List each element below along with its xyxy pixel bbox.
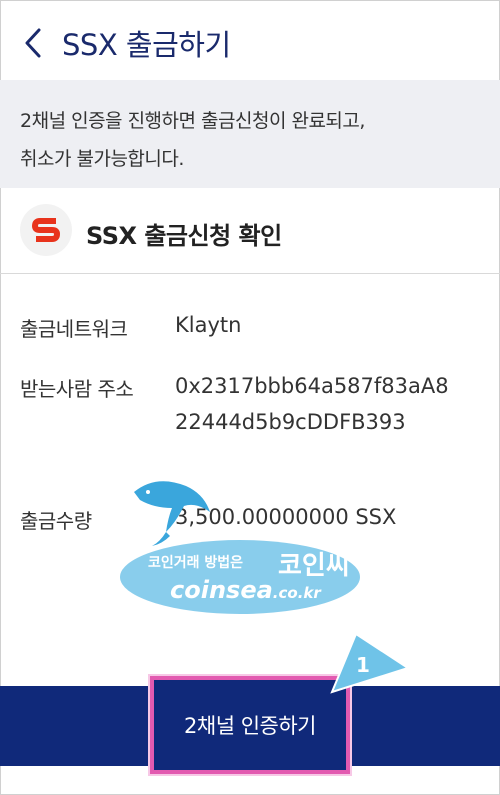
network-value: Klaytn [175,313,242,337]
watermark-site-name: coinsea [170,576,273,604]
address-label: 받는사람 주소 [20,377,134,401]
watermark-site: coinsea.co.kr [170,576,321,604]
two-channel-auth-label: 2채널 인증하기 [184,714,316,738]
notice-line-2: 취소가 불가능합니다. [20,148,184,170]
notice-box: 2채널 인증을 진행하면 출금신청이 완료되고, 취소가 불가능합니다. [0,80,500,188]
address-value-line-1: 0x2317bbb64a587f83aA8 [175,374,449,398]
watermark-text: 코인거래 방법은 [148,555,244,571]
top-bar: SSX 출금하기 [0,0,500,80]
page-title: SSX 출금하기 [62,28,231,62]
ssx-logo-icon [20,204,72,256]
step-number: 1 [356,653,370,677]
watermark: 코인거래 방법은 코인씨 coinsea.co.kr [118,470,363,620]
watermark-domain: .co.kr [272,584,321,602]
confirm-header: SSX 출금신청 확인 [0,188,500,274]
amount-label: 출금수량 [20,509,92,533]
chevron-left-icon [25,28,41,58]
network-label: 출금네트워크 [20,317,128,341]
notice-line-1: 2채널 인증을 진행하면 출금신청이 완료되고, [20,110,365,132]
ssx-s-icon [32,218,60,242]
confirm-title: SSX 출금신청 확인 [86,222,282,250]
step-callout-icon: 1 [330,632,410,694]
address-value-line-2: 22444d5b9cDDFB393 [175,410,406,434]
back-button[interactable] [18,26,48,60]
dolphin-icon [134,481,210,546]
two-channel-auth-button[interactable]: 2채널 인증하기 [148,674,352,776]
